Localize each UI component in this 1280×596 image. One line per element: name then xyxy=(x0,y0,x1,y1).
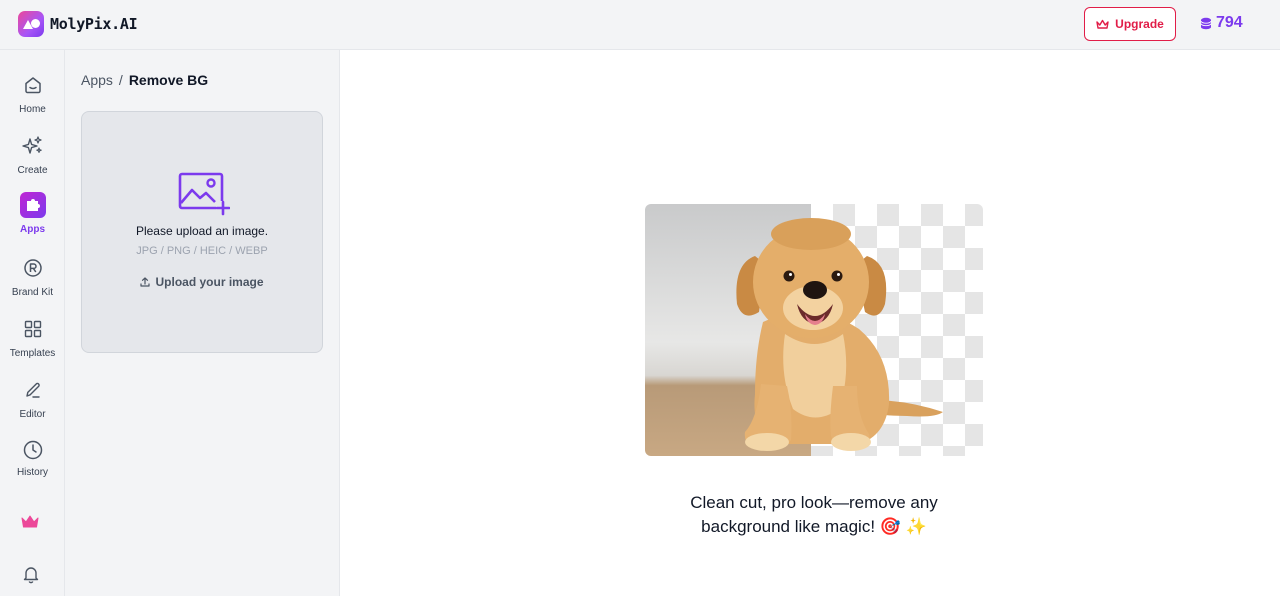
breadcrumb: Apps / Remove BG xyxy=(81,72,208,88)
credits-balance[interactable]: 794 xyxy=(1200,14,1243,32)
tagline-line-2: background like magic! 🎯 ✨ xyxy=(701,517,927,536)
registered-icon xyxy=(20,255,46,281)
sidebar-item-templates[interactable]: Templates xyxy=(0,316,65,372)
tool-panel: Apps / Remove BG Please upload an image.… xyxy=(65,50,340,596)
home-icon xyxy=(20,72,46,98)
sidebar-item-label: Create xyxy=(17,165,48,176)
sidebar-item-label: Brand Kit xyxy=(11,287,54,298)
sidebar-item-home[interactable]: Home xyxy=(0,72,65,128)
before-after-preview xyxy=(645,204,983,456)
upgrade-button[interactable]: Upgrade xyxy=(1084,7,1176,41)
sidebar-item-history[interactable]: History xyxy=(0,438,65,478)
credits-count: 794 xyxy=(1216,14,1243,31)
clock-icon xyxy=(20,438,46,461)
sidebar-item-label: History xyxy=(16,467,49,478)
sidebar-item-label: Editor xyxy=(19,409,46,420)
bell-icon[interactable] xyxy=(21,564,43,586)
app-logo[interactable]: MolyPix.AI xyxy=(18,11,138,37)
crown-icon xyxy=(1096,19,1109,29)
crown-icon[interactable] xyxy=(20,514,44,534)
sidebar-item-label: Templates xyxy=(9,348,56,359)
pencil-icon xyxy=(20,377,46,403)
app-name: MolyPix.AI xyxy=(50,15,138,33)
breadcrumb-separator: / xyxy=(118,72,123,88)
sidebar-rail: Home Create Apps Brand Kit Templates Edi… xyxy=(0,50,65,596)
sidebar-item-brand-kit[interactable]: Brand Kit xyxy=(0,255,65,311)
logo-icon xyxy=(18,11,44,37)
top-header: MolyPix.AI Upgrade 794 xyxy=(0,0,1280,50)
upload-dropzone[interactable]: Please upload an image. JPG / PNG / HEIC… xyxy=(81,111,323,353)
coins-icon xyxy=(1200,17,1212,29)
sidebar-item-label: Home xyxy=(19,104,46,115)
main-canvas: Clean cut, pro look—remove any backgroun… xyxy=(340,50,1280,596)
sidebar-item-apps[interactable]: Apps xyxy=(0,192,65,248)
upload-link-label: Upload your image xyxy=(155,275,264,289)
puppy-image xyxy=(736,218,943,451)
breadcrumb-current: Remove BG xyxy=(128,72,209,88)
sidebar-item-create[interactable]: Create xyxy=(0,133,65,189)
upload-title: Please upload an image. xyxy=(135,224,269,238)
sidebar-item-editor[interactable]: Editor xyxy=(0,377,65,433)
grid-icon xyxy=(20,316,46,342)
breadcrumb-apps[interactable]: Apps xyxy=(81,72,113,88)
upload-image-button[interactable]: Upload your image xyxy=(82,275,322,289)
upgrade-label: Upgrade xyxy=(1115,17,1164,31)
puzzle-icon xyxy=(19,192,46,218)
tagline: Clean cut, pro look—remove any backgroun… xyxy=(645,491,983,539)
tagline-line-1: Clean cut, pro look—remove any xyxy=(690,493,938,512)
sparkles-icon xyxy=(20,133,46,159)
upload-formats: JPG / PNG / HEIC / WEBP xyxy=(136,245,268,257)
sidebar-item-label: Apps xyxy=(20,224,45,235)
upload-icon xyxy=(140,277,151,287)
image-add-icon xyxy=(178,172,230,216)
